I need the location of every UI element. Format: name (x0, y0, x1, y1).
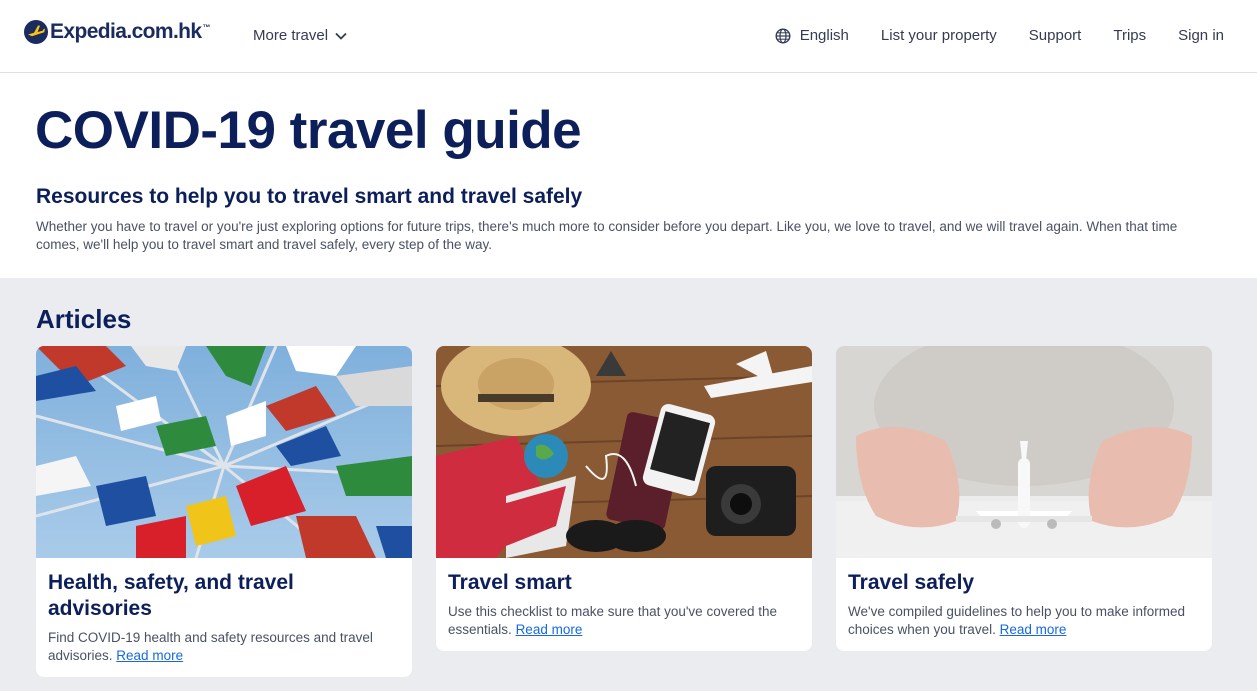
travel-items-image (436, 346, 812, 558)
sign-in-link[interactable]: Sign in (1178, 27, 1224, 44)
trips-link[interactable]: Trips (1113, 27, 1146, 44)
article-summary: We've compiled guidelines to help you to… (848, 604, 1186, 637)
expedia-logo[interactable]: Expedia.com.hk™ (24, 20, 211, 44)
site-header: Expedia.com.hk™ More travel English List… (0, 0, 1257, 73)
read-more-link[interactable]: Read more (516, 622, 583, 637)
article-title: Health, safety, and travel advisories (48, 571, 294, 620)
language-selector[interactable]: English (775, 27, 849, 44)
article-card-travel-smart[interactable]: Travel smart Use this checklist to make … (436, 346, 812, 651)
more-travel-label: More travel (253, 27, 329, 44)
article-title: Travel safely (848, 571, 975, 594)
hands-airplane-image (836, 346, 1212, 558)
more-travel-menu[interactable]: More travel (253, 27, 347, 44)
read-more-link[interactable]: Read more (1000, 622, 1067, 637)
page-subtitle: Resources to help you to travel smart an… (36, 185, 583, 208)
page-description: Whether you have to travel or you're jus… (36, 219, 1178, 252)
support-link[interactable]: Support (1029, 27, 1082, 44)
article-card-health[interactable]: Health, safety, and travel advisories Fi… (36, 346, 412, 677)
page-title: COVID-19 travel guide (35, 101, 582, 160)
logo-plane-icon (24, 20, 48, 44)
globe-icon (775, 27, 791, 44)
header-nav: English List your property Support Trips… (775, 27, 1224, 44)
articles-section: Articles Health, safety, and travel advi… (0, 278, 1257, 691)
flags-sky-image (36, 346, 412, 558)
read-more-link[interactable]: Read more (116, 648, 183, 663)
chevron-down-icon (335, 32, 347, 40)
article-summary: Use this checklist to make sure that you… (448, 604, 777, 637)
logo-text: Expedia.com.hk™ (50, 20, 211, 43)
article-summary: Find COVID-19 health and safety resource… (48, 630, 373, 663)
list-property-link[interactable]: List your property (881, 27, 997, 44)
articles-heading: Articles (36, 304, 132, 334)
article-title: Travel smart (448, 571, 572, 594)
article-card-travel-safely[interactable]: Travel safely We've compiled guidelines … (836, 346, 1212, 651)
language-label: English (799, 27, 849, 44)
